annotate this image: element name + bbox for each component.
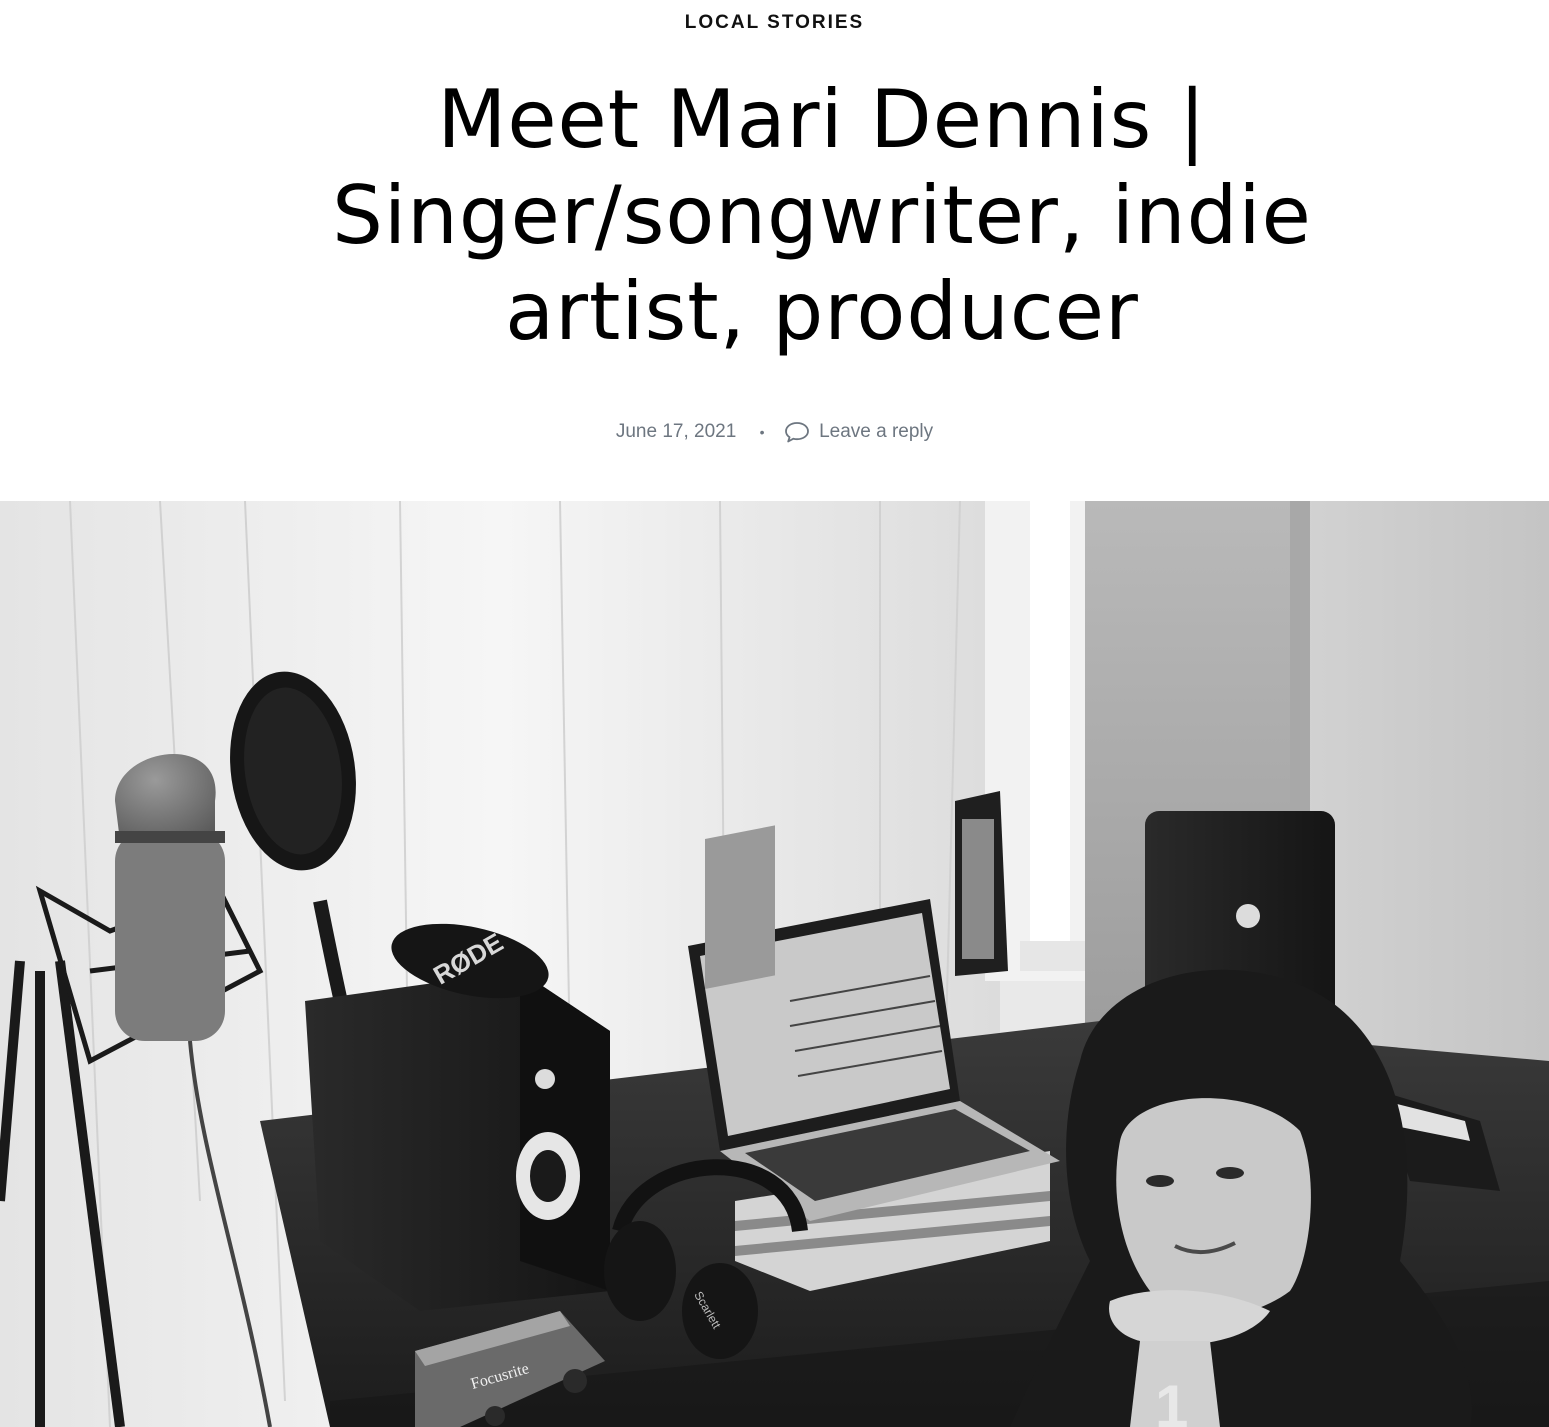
leave-reply-label: Leave a reply xyxy=(819,421,934,442)
leave-reply-link[interactable]: Leave a reply xyxy=(784,421,934,443)
comment-icon xyxy=(784,422,809,443)
post-title: Meet Mari Dennis | Singer/songwriter, in… xyxy=(332,73,1312,358)
featured-image: RØDE Scarlett Focusrite 1 xyxy=(0,501,1549,1427)
article-page: LOCAL STORIES Meet Mari Dennis | Singer/… xyxy=(0,0,1549,1427)
category-link[interactable]: LOCAL STORIES xyxy=(0,12,1549,34)
post-meta: June 17, 2021 • Leave a reply xyxy=(0,421,1549,443)
post-date-link[interactable]: June 17, 2021 xyxy=(616,421,736,442)
meta-separator: • xyxy=(759,424,765,441)
svg-text:1: 1 xyxy=(1155,1373,1188,1427)
